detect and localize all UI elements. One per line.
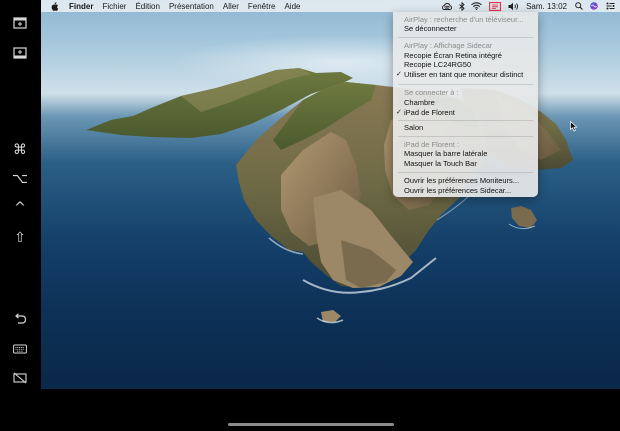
menu-item-label: Utiliser en tant que moniteur distinct: [404, 70, 524, 79]
menu-separator: [398, 120, 533, 121]
menu-item-sidecar-prefs[interactable]: Ouvrir les préférences Sidecar...: [404, 186, 511, 195]
control-icon: ^: [14, 200, 26, 216]
menu-item-disconnect[interactable]: Se déconnecter: [404, 24, 457, 33]
menu-header-connect-to: Se connecter à :: [404, 88, 459, 97]
menu-aller[interactable]: Aller: [223, 2, 239, 11]
menu-fenetre[interactable]: Fenêtre: [248, 2, 276, 11]
menu-item-mirror-lc24rg50[interactable]: Recopie LC24RG50: [404, 60, 471, 69]
menubar-app-name[interactable]: Finder: [69, 2, 93, 11]
menu-fichier[interactable]: Fichier: [102, 2, 126, 11]
command-key-button[interactable]: ⌘: [8, 139, 32, 161]
creative-cloud-icon[interactable]: [441, 0, 453, 12]
menu-item-hide-touchbar[interactable]: Masquer la Touch Bar: [404, 159, 477, 168]
home-indicator[interactable]: [228, 423, 394, 426]
control-center-icon[interactable]: [604, 0, 616, 12]
apple-icon: [51, 1, 59, 11]
volume-icon[interactable]: [508, 0, 520, 12]
wifi-icon[interactable]: [471, 0, 482, 12]
undo-icon: [15, 313, 27, 324]
option-key-button[interactable]: ⌥: [8, 168, 32, 190]
menu-item-hide-sidebar[interactable]: Masquer la barre latérale: [404, 149, 487, 158]
option-icon: ⌥: [11, 171, 29, 187]
menu-separator: [398, 136, 533, 137]
shift-icon: ⇧: [14, 230, 26, 246]
undo-button[interactable]: [8, 308, 32, 330]
sidecar-sidebar: ⌘ ⌥ ^ ⇧: [0, 0, 40, 431]
menu-item-chambre[interactable]: Chambre: [404, 98, 435, 107]
menu-presentation[interactable]: Présentation: [169, 2, 214, 11]
menu-item-salon[interactable]: Salon: [404, 123, 423, 132]
menu-item-display-prefs[interactable]: Ouvrir les préférences Moniteurs...: [404, 176, 519, 185]
desktop-wallpaper: Finder Fichier Édition Présentation Alle…: [41, 0, 620, 389]
dock-icon: [13, 47, 27, 59]
apple-menu-button[interactable]: [51, 0, 61, 12]
airplay-display-icon[interactable]: [487, 0, 504, 12]
menu-separator: [398, 84, 533, 85]
menu-aide[interactable]: Aide: [284, 2, 300, 11]
disconnect-icon: [13, 372, 27, 384]
disconnect-button[interactable]: [8, 367, 32, 389]
bluetooth-icon[interactable]: [458, 0, 466, 12]
shift-key-button[interactable]: ⇧: [8, 227, 32, 249]
checkmark-icon: ✓: [396, 108, 402, 116]
menu-header-sidecar: AirPlay : Affichage Sidecar: [404, 41, 493, 50]
menubar-clock[interactable]: Sam. 13:02: [526, 2, 567, 11]
search-icon[interactable]: [574, 0, 584, 12]
keyboard-button[interactable]: [8, 338, 32, 360]
menu-header-airplay-search: AirPlay : recherche d'un téléviseur...: [404, 15, 524, 24]
checkmark-icon: ✓: [396, 70, 402, 78]
display-airplay-menu: AirPlay : recherche d'un téléviseur... S…: [393, 12, 538, 197]
menu-item-mirror-retina[interactable]: Recopie Écran Retina intégré: [404, 51, 502, 60]
show-dock-button[interactable]: [8, 42, 32, 64]
siri-icon[interactable]: [589, 0, 599, 12]
menubar-icon: [13, 17, 27, 29]
menu-header-ipad-florent: iPad de Florent :: [404, 140, 460, 149]
show-menubar-button[interactable]: [8, 12, 32, 34]
keyboard-icon: [13, 344, 27, 354]
mouse-cursor-icon: [570, 121, 578, 132]
macos-menubar: Finder Fichier Édition Présentation Alle…: [41, 0, 620, 12]
control-key-button[interactable]: ^: [8, 197, 32, 219]
command-icon: ⌘: [13, 142, 27, 158]
menu-item-ipad-florent[interactable]: ✓ iPad de Florent: [396, 108, 455, 117]
menu-separator: [398, 37, 533, 38]
menu-edition[interactable]: Édition: [135, 2, 159, 11]
menu-separator: [398, 172, 533, 173]
menu-item-separate-display[interactable]: ✓ Utiliser en tant que moniteur distinct: [396, 70, 524, 79]
menu-item-label: iPad de Florent: [404, 108, 455, 117]
